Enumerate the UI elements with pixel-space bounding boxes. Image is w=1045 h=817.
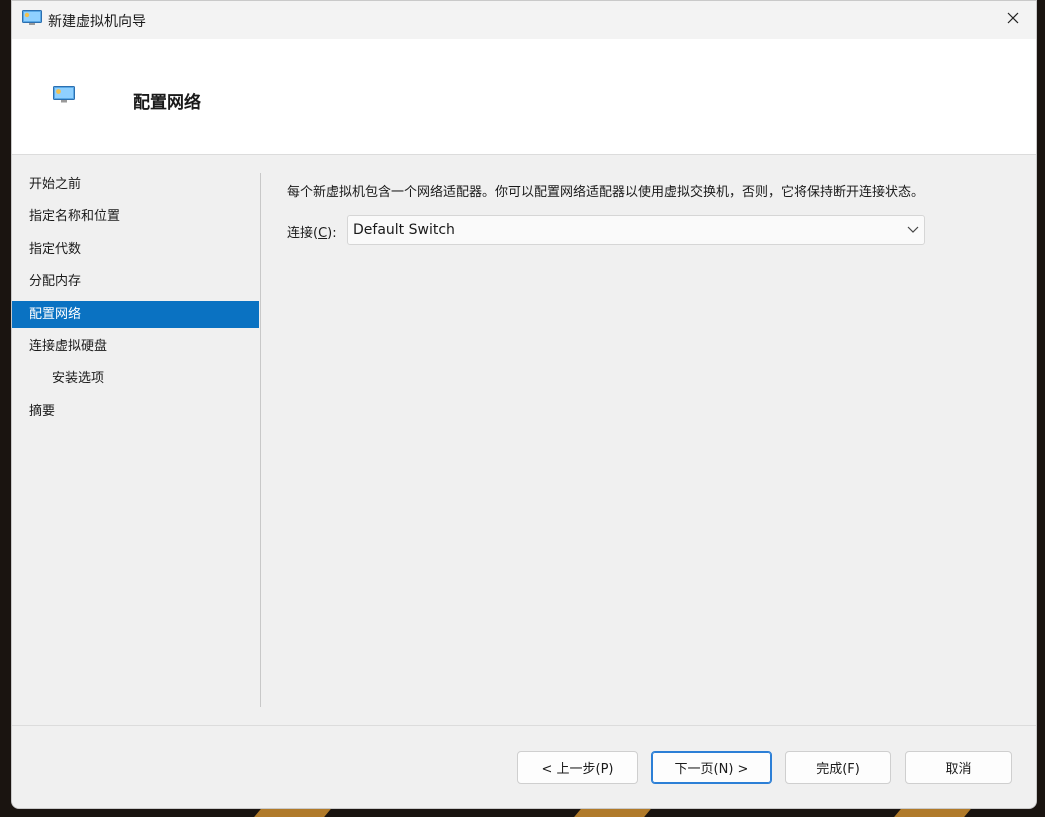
wizard-footer: < 上一步(P) 下一页(N) > 完成(F) 取消 bbox=[12, 725, 1036, 808]
nav-item-virtual-hard-disk[interactable]: 连接虚拟硬盘 bbox=[12, 333, 259, 360]
cancel-button[interactable]: 取消 bbox=[905, 751, 1012, 784]
close-button[interactable] bbox=[990, 1, 1036, 39]
nav-item-installation-options[interactable]: 安装选项 bbox=[12, 365, 259, 392]
connection-label: 连接(C): bbox=[287, 226, 337, 241]
nav-item-memory[interactable]: 分配内存 bbox=[12, 268, 259, 295]
nav-item-summary[interactable]: 摘要 bbox=[12, 398, 259, 425]
chevron-down-icon bbox=[906, 222, 920, 240]
nav-item-before-you-begin[interactable]: 开始之前 bbox=[12, 171, 259, 198]
title-bar[interactable]: 新建虚拟机向导 bbox=[12, 1, 1036, 39]
finish-button[interactable]: 完成(F) bbox=[785, 751, 891, 784]
wizard-step-list: 开始之前 指定名称和位置 指定代数 分配内存 配置网络 连接虚拟硬盘 安装选项 … bbox=[12, 171, 259, 430]
network-description: 每个新虚拟机包含一个网络适配器。你可以配置网络适配器以使用虚拟交换机，否则，它将… bbox=[287, 185, 925, 200]
vm-monitor-icon bbox=[53, 86, 75, 104]
next-button[interactable]: 下一页(N) > bbox=[651, 751, 772, 784]
wizard-window: 新建虚拟机向导 配置网络 开始之前 指定名称和位置 指定代数 分配内存 配置网络… bbox=[11, 0, 1037, 809]
divider bbox=[260, 173, 261, 707]
nav-item-generation[interactable]: 指定代数 bbox=[12, 236, 259, 263]
connection-select-value: Default Switch bbox=[353, 222, 455, 238]
page-title: 配置网络 bbox=[133, 93, 201, 113]
window-title: 新建虚拟机向导 bbox=[48, 14, 146, 30]
wizard-header: 配置网络 bbox=[12, 39, 1036, 155]
previous-button[interactable]: < 上一步(P) bbox=[517, 751, 638, 784]
nav-item-name-and-location[interactable]: 指定名称和位置 bbox=[12, 203, 259, 230]
connection-select[interactable]: Default Switch bbox=[347, 215, 925, 245]
close-icon bbox=[1007, 12, 1019, 28]
nav-item-networking[interactable]: 配置网络 bbox=[12, 300, 259, 328]
vm-monitor-icon bbox=[22, 10, 42, 26]
